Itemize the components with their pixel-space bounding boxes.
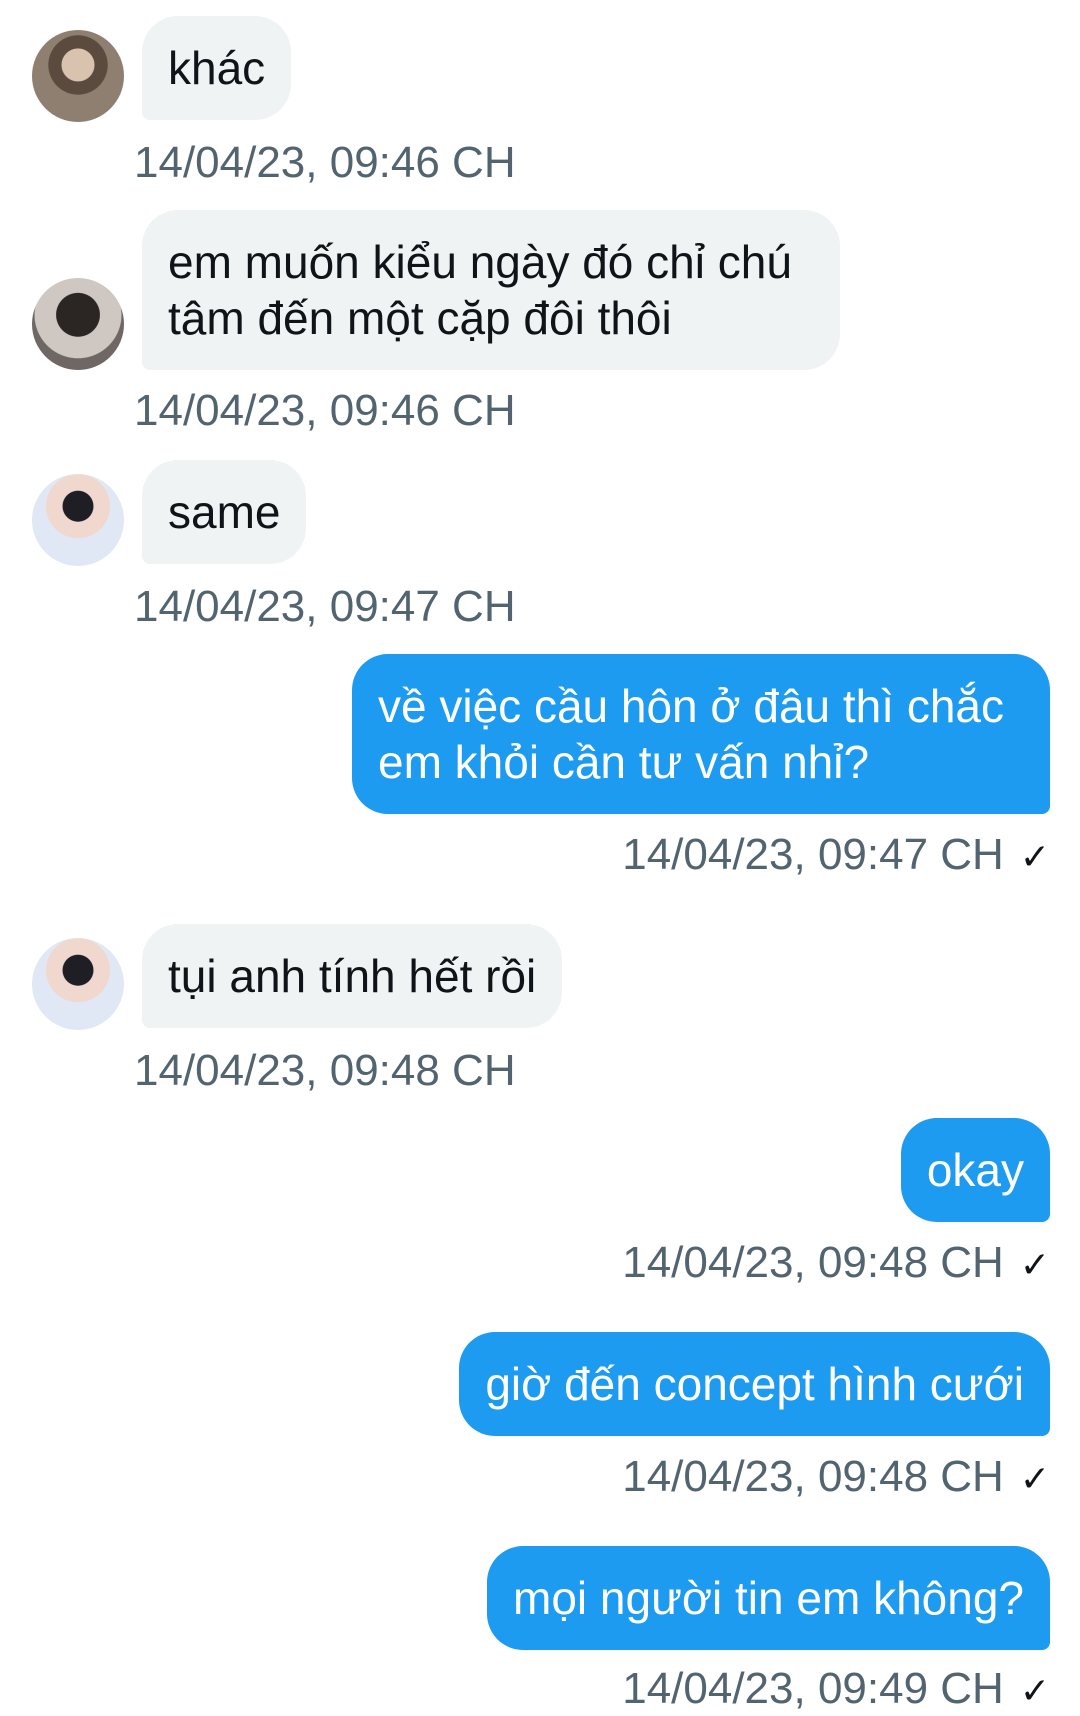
incoming-message-bubble[interactable]: khác xyxy=(142,16,292,120)
sent-check-icon: ✓ xyxy=(1019,1244,1050,1285)
message-timestamp: 14/04/23, 09:49 CH xyxy=(622,1664,1004,1713)
incoming-message-bubble[interactable]: tụi anh tính hết rồi xyxy=(142,924,563,1028)
avatar[interactable] xyxy=(32,474,124,566)
message-timestamp-row: 14/04/23, 09:47 CH ✓ xyxy=(622,830,1050,882)
message-timestamp-row: 14/04/23, 09:48 CH ✓ xyxy=(622,1452,1050,1504)
message-timestamp: 14/04/23, 09:48 CH xyxy=(622,1452,1004,1501)
sent-check-icon: ✓ xyxy=(1019,1670,1050,1711)
avatar[interactable] xyxy=(32,938,124,1030)
incoming-message-bubble[interactable]: em muốn kiểu ngày đó chỉ chú tâm đến một… xyxy=(142,210,840,370)
sent-check-icon: ✓ xyxy=(1019,836,1050,877)
outgoing-message-bubble[interactable]: về việc cầu hôn ở đâu thì chắc em khỏi c… xyxy=(352,654,1050,814)
message-timestamp: 14/04/23, 09:46 CH xyxy=(134,138,516,187)
message-timestamp: 14/04/23, 09:47 CH xyxy=(622,830,1004,879)
message-timestamp: 14/04/23, 09:46 CH xyxy=(134,386,516,435)
avatar[interactable] xyxy=(32,278,124,370)
message-timestamp: 14/04/23, 09:48 CH xyxy=(134,1046,516,1095)
avatar[interactable] xyxy=(32,30,124,122)
outgoing-message-bubble[interactable]: giờ đến concept hình cưới xyxy=(459,1332,1050,1436)
incoming-message-bubble[interactable]: same xyxy=(142,460,307,564)
message-timestamp-row: 14/04/23, 09:49 CH ✓ xyxy=(622,1664,1050,1716)
message-timestamp: 14/04/23, 09:47 CH xyxy=(134,582,516,631)
message-timestamp-row: 14/04/23, 09:48 CH ✓ xyxy=(622,1238,1050,1290)
outgoing-message-bubble[interactable]: mọi người tin em không? xyxy=(487,1546,1050,1650)
sent-check-icon: ✓ xyxy=(1019,1458,1050,1499)
message-timestamp: 14/04/23, 09:48 CH xyxy=(622,1238,1004,1287)
outgoing-message-bubble[interactable]: okay xyxy=(900,1118,1050,1222)
